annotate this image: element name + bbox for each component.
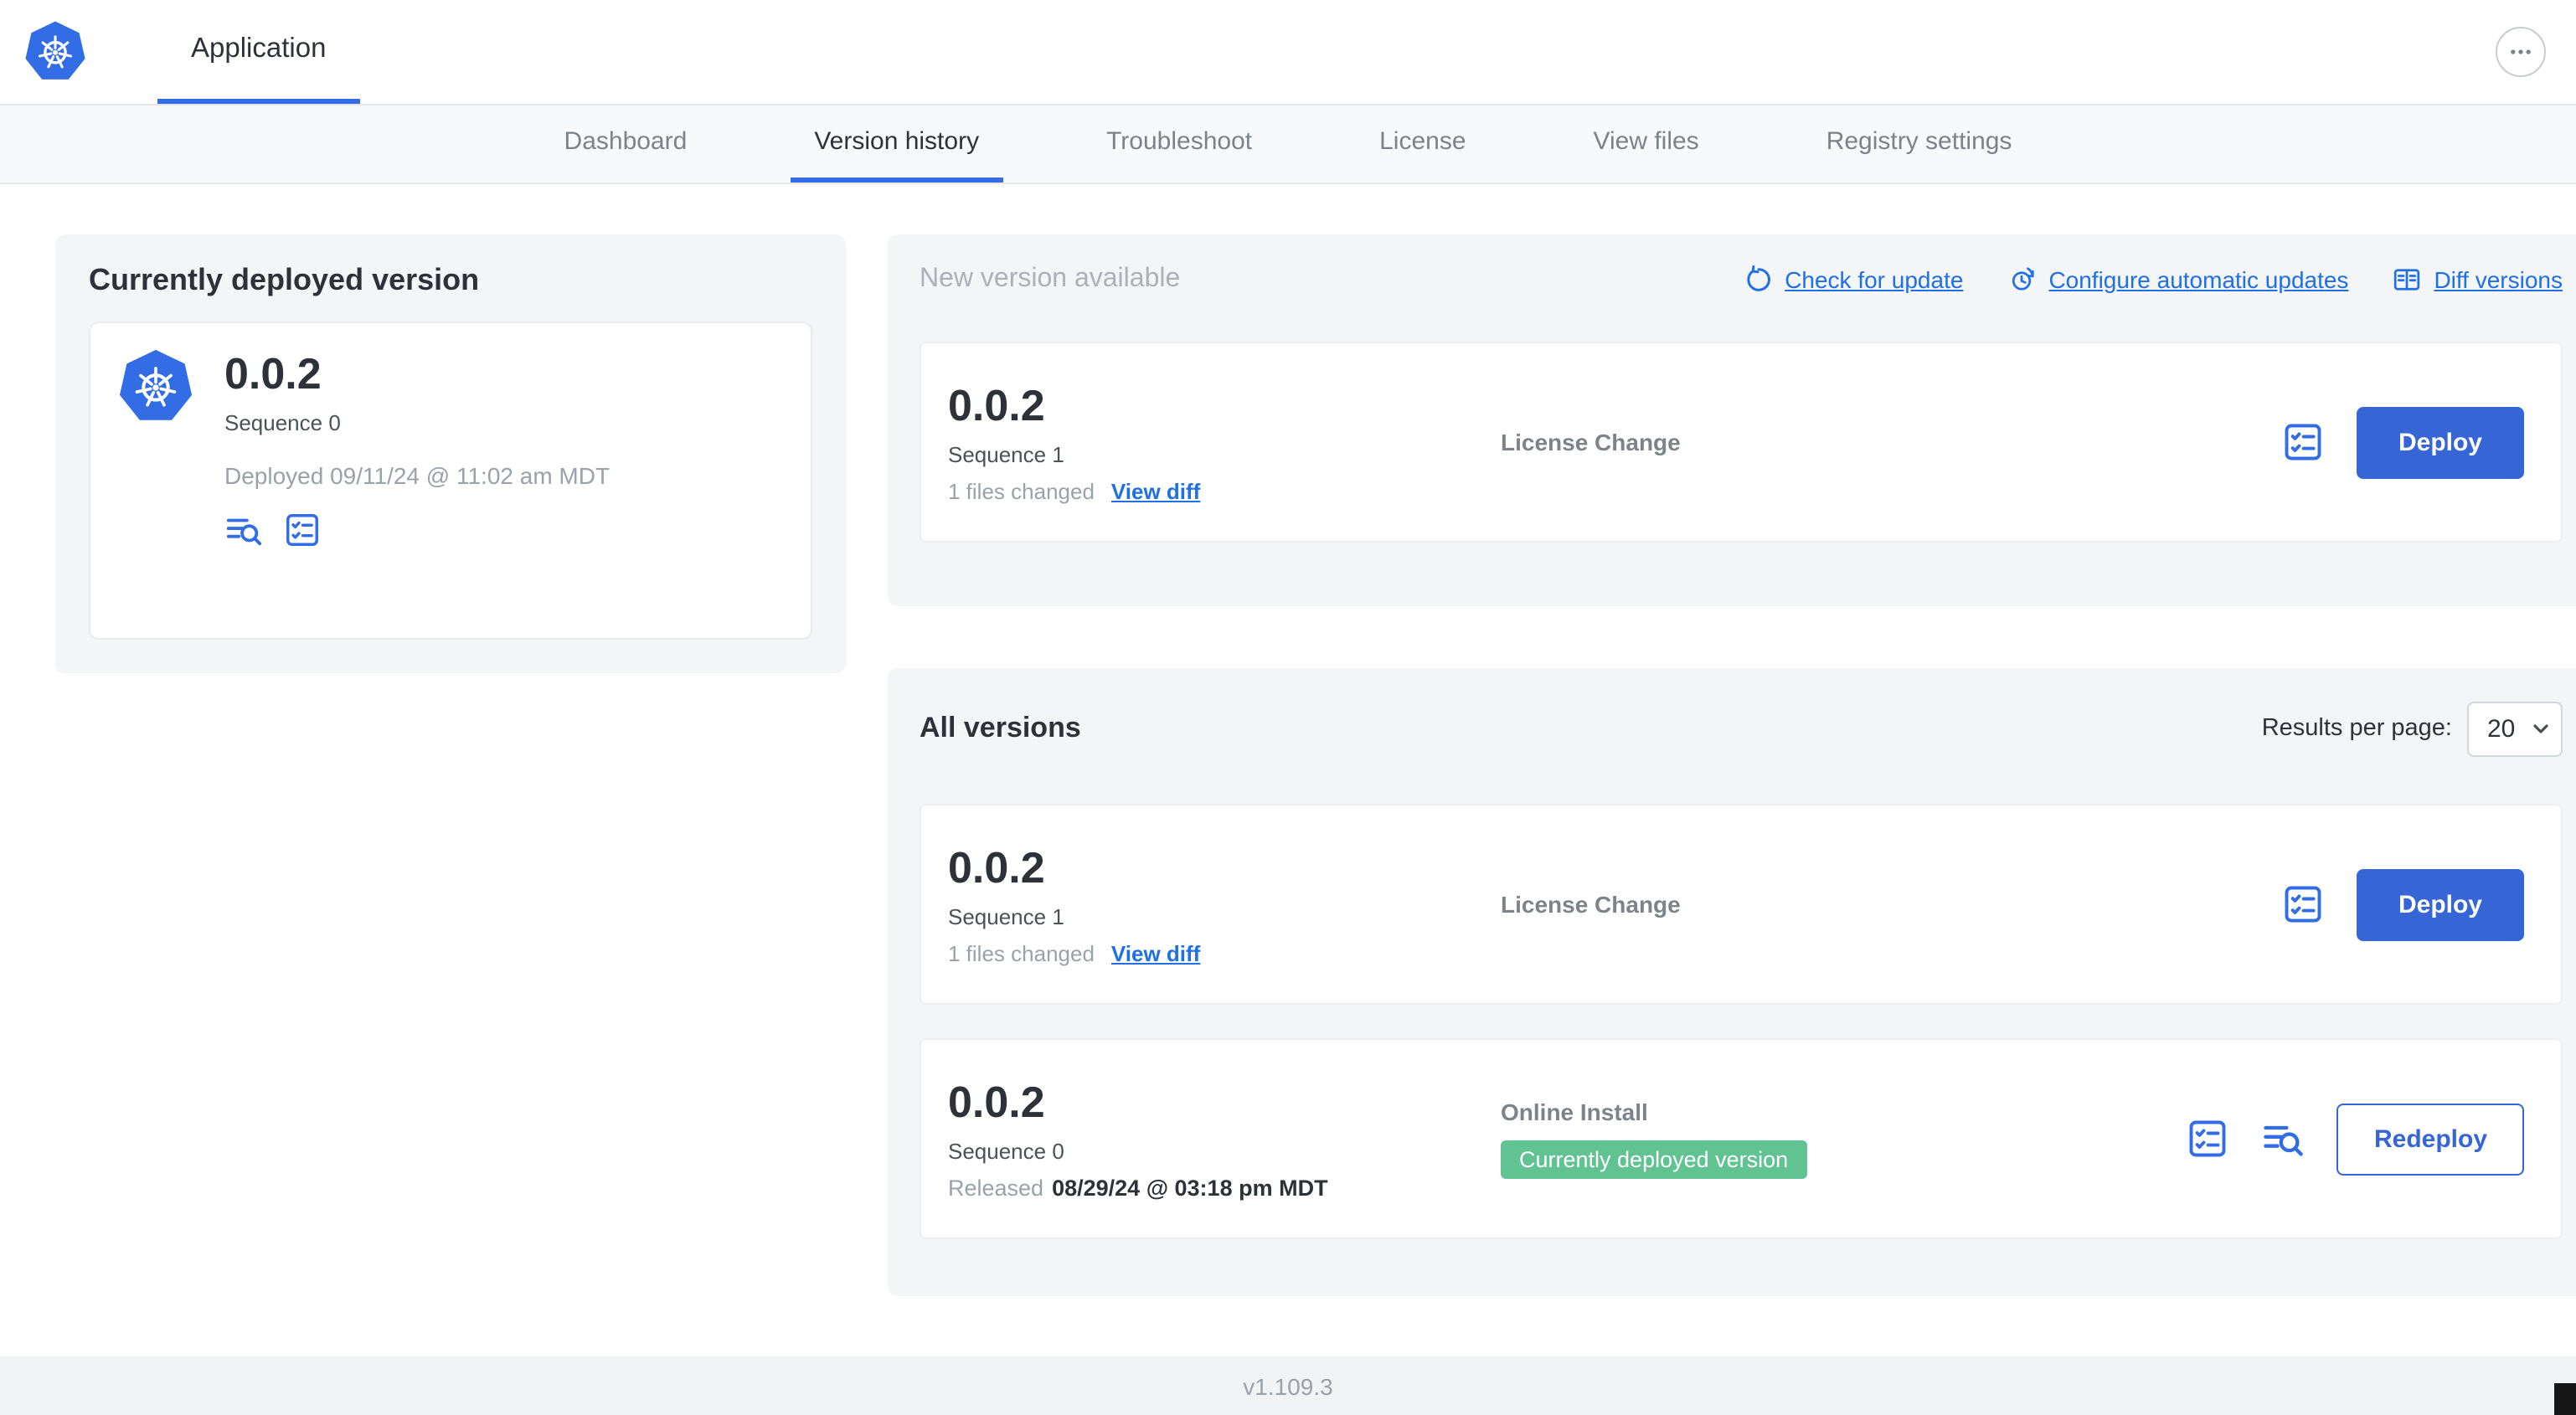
view-preflight-checks-button[interactable] <box>2281 882 2325 926</box>
version-sequence: Sequence 1 <box>948 904 1064 929</box>
currently-deployed-badge: Currently deployed version <box>1501 1140 1807 1179</box>
files-changed-label: 1 files changed <box>948 479 1095 504</box>
logs-icon <box>226 518 262 546</box>
version-source-column: License Change <box>1501 429 2281 455</box>
results-per-page-select[interactable]: 20 <box>2467 701 2563 756</box>
version-card-actions: Redeploy <box>2187 1103 2524 1175</box>
checklist-icon <box>2285 424 2321 461</box>
files-changed-row: 1 files changed View diff <box>948 941 1501 966</box>
version-card-actions: Deploy <box>2281 868 2524 940</box>
tab-troubleshoot[interactable]: Troubleshoot <box>1083 105 1275 183</box>
checklist-icon <box>286 514 318 546</box>
footer: v1.109.3 <box>0 1356 2576 1415</box>
app-tab-label: Application <box>191 33 327 64</box>
current-version-sequence: Sequence 0 <box>224 410 341 435</box>
all-versions-title: All versions <box>920 712 1081 744</box>
view-diff-link[interactable]: View diff <box>1111 479 1200 504</box>
current-version-card: 0.0.2 Sequence 0 Deployed 09/11/24 @ 11:… <box>89 322 812 640</box>
view-preflight-checks-button[interactable] <box>2187 1117 2230 1160</box>
deploy-button[interactable]: Deploy <box>2356 406 2524 478</box>
new-version-title: New version available <box>920 265 1181 293</box>
version-source-label: Online Install <box>1501 1099 1648 1125</box>
released-date-row: Released 08/29/24 @ 03:18 pm MDT <box>948 1176 1501 1201</box>
files-changed-label: 1 files changed <box>948 941 1095 966</box>
clock-refresh-icon <box>2012 267 2035 291</box>
current-version-number: 0.0.2 <box>224 348 322 399</box>
tab-version-history-label: Version history <box>814 127 980 156</box>
corner-artifact <box>2554 1383 2576 1415</box>
view-deploy-logs-button[interactable] <box>2262 1117 2306 1160</box>
version-card-info: 0.0.2 Sequence 0 Released 08/29/24 @ 03:1… <box>948 1077 1501 1201</box>
results-per-page-label: Results per page: <box>2261 715 2452 742</box>
kubernetes-app-icon <box>117 348 194 425</box>
version-number: 0.0.2 <box>948 842 1045 893</box>
released-label: Released <box>948 1176 1044 1201</box>
tab-version-history[interactable]: Version history <box>791 105 1003 183</box>
section-nav: Dashboard Version history Troubleshoot L… <box>0 105 2576 184</box>
new-version-header: New version available Check for update C… <box>920 265 2563 295</box>
configure-automatic-updates-label: Configure automatic updates <box>2048 266 2349 293</box>
tab-license-label: License <box>1379 127 1466 156</box>
main-content: Currently deployed version 0.0.2 Sequenc… <box>0 184 2576 1356</box>
diff-versions-link[interactable]: Diff versions <box>2392 265 2563 295</box>
version-number: 0.0.2 <box>948 380 1045 430</box>
tab-dashboard-label: Dashboard <box>564 127 688 156</box>
redeploy-button[interactable]: Redeploy <box>2336 1103 2524 1175</box>
view-deploy-logs-button[interactable] <box>224 511 263 549</box>
view-preflight-checks-button[interactable] <box>2281 420 2325 464</box>
current-version-actions <box>224 511 610 549</box>
released-date: 08/29/24 @ 03:18 pm MDT <box>1052 1176 1328 1201</box>
refresh-icon <box>1746 265 1770 291</box>
version-sequence: Sequence 1 <box>948 442 1064 467</box>
files-changed-row: 1 files changed View diff <box>948 479 1501 504</box>
top-bar: Application <box>0 0 2576 105</box>
new-version-card: 0.0.2 Sequence 1 1 files changed View di… <box>920 342 2563 543</box>
all-versions-panel: All versions Results per page: 20 0.0.2 … <box>888 668 2576 1296</box>
current-version-deployed-date: Deployed 09/11/24 @ 11:02 am MDT <box>224 462 611 489</box>
tab-view-files[interactable]: View files <box>1570 105 1723 183</box>
tab-dashboard[interactable]: Dashboard <box>541 105 711 183</box>
logs-icon <box>2264 1125 2304 1156</box>
current-version-info: 0.0.2 Sequence 0 Deployed 09/11/24 @ 11:… <box>224 348 610 613</box>
ellipsis-icon <box>2511 49 2531 54</box>
tab-registry-settings-label: Registry settings <box>1826 127 2012 156</box>
version-card-info: 0.0.2 Sequence 1 1 files changed View di… <box>948 842 1501 966</box>
version-sequence: Sequence 0 <box>948 1139 1064 1164</box>
current-version-panel: Currently deployed version 0.0.2 Sequenc… <box>55 234 846 673</box>
more-menu-button[interactable] <box>2496 27 2546 77</box>
kubernetes-logo-icon <box>23 20 87 84</box>
version-source-label: License Change <box>1501 891 1681 918</box>
view-preflight-checks-button[interactable] <box>283 511 322 549</box>
new-version-links: Check for update Configure automatic upd… <box>1743 265 2563 295</box>
version-number: 0.0.2 <box>948 1077 1045 1127</box>
version-row-sequence-0: 0.0.2 Sequence 0 Released 08/29/24 @ 03:1… <box>920 1038 2563 1239</box>
results-per-page-select-wrap: 20 <box>2467 701 2563 756</box>
configure-automatic-updates-link[interactable]: Configure automatic updates <box>2007 265 2348 295</box>
diff-icon <box>2394 269 2420 291</box>
version-source-label: License Change <box>1501 429 1681 455</box>
view-diff-link[interactable]: View diff <box>1111 941 1200 966</box>
version-source-column: Online Install Currently deployed versio… <box>1501 1099 2187 1179</box>
tab-view-files-label: View files <box>1593 127 1699 156</box>
version-source-column: License Change <box>1501 891 2281 918</box>
check-for-update-link[interactable]: Check for update <box>1743 265 1963 295</box>
version-card-actions: Deploy <box>2281 406 2524 478</box>
all-versions-header: All versions Results per page: 20 <box>920 695 2563 762</box>
version-card-info: 0.0.2 Sequence 1 1 files changed View di… <box>948 380 1501 504</box>
checklist-icon <box>2190 1120 2227 1157</box>
current-version-title: Currently deployed version <box>89 263 480 296</box>
checklist-icon <box>2285 886 2321 923</box>
deploy-button[interactable]: Deploy <box>2356 868 2524 940</box>
tab-application[interactable]: Application <box>157 0 360 104</box>
new-version-panel: New version available Check for update C… <box>888 234 2576 606</box>
version-row-sequence-1: 0.0.2 Sequence 1 1 files changed View di… <box>920 804 2563 1005</box>
tab-registry-settings[interactable]: Registry settings <box>1803 105 2036 183</box>
admin-console-version: v1.109.3 <box>1243 1372 1333 1399</box>
diff-versions-label: Diff versions <box>2434 266 2563 293</box>
tab-troubleshoot-label: Troubleshoot <box>1106 127 1253 156</box>
results-per-page: Results per page: 20 <box>2262 701 2563 756</box>
tab-license[interactable]: License <box>1356 105 1489 183</box>
check-for-update-label: Check for update <box>1785 266 1964 293</box>
app-window: Application Dashboard Version history Tr… <box>0 0 2576 1415</box>
